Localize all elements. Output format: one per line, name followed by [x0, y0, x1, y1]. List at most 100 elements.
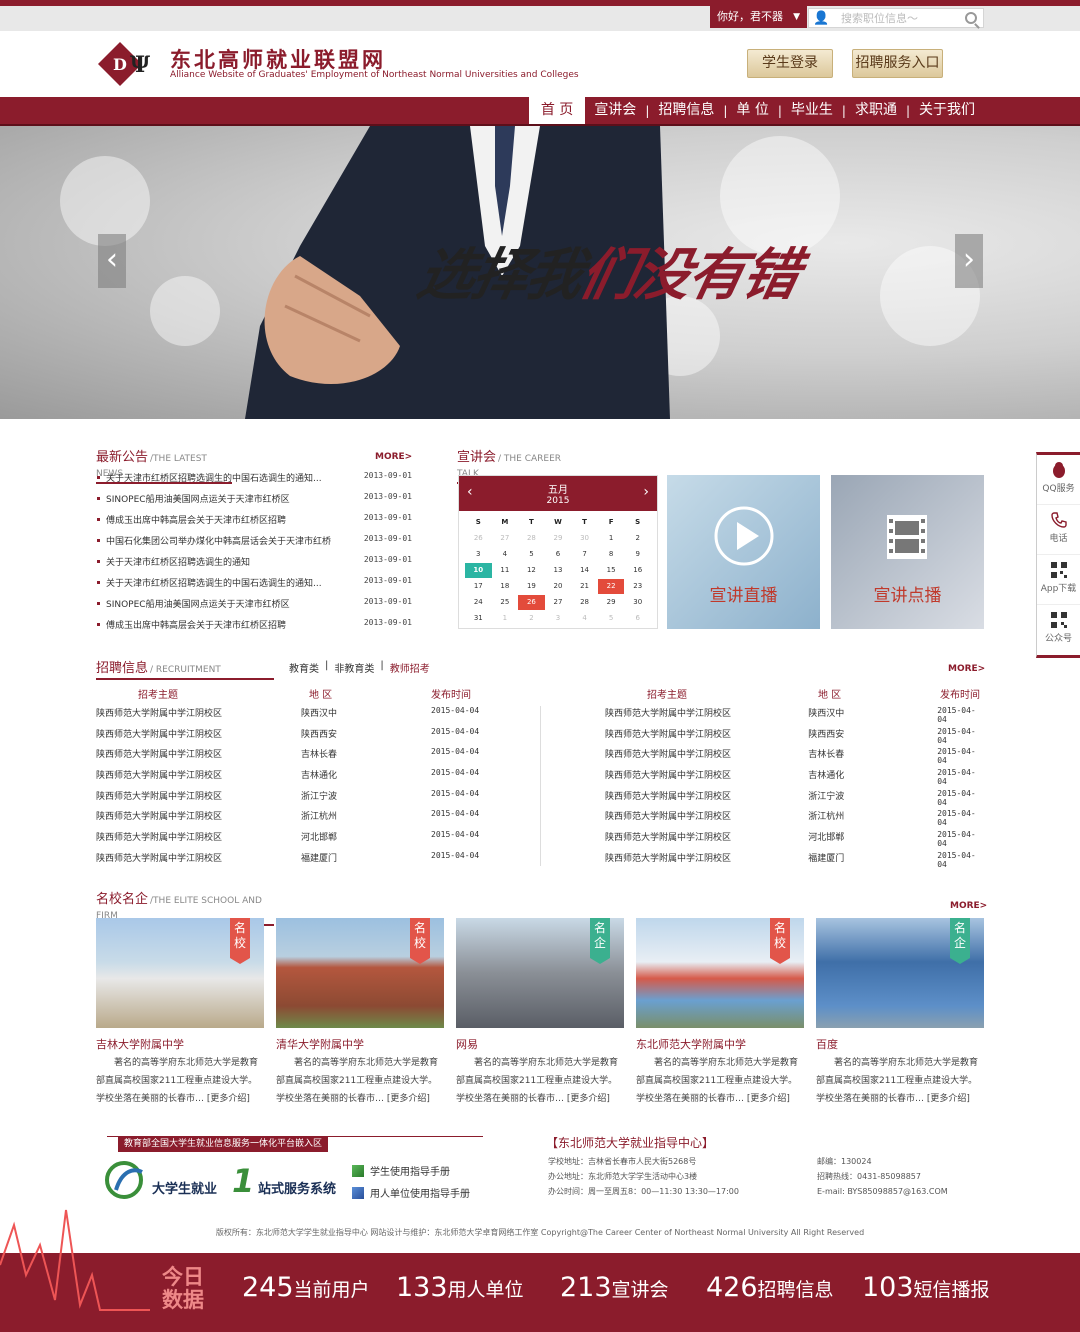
- banner-prev-button[interactable]: ‹: [98, 234, 126, 288]
- school-photo[interactable]: 名校: [96, 918, 264, 1028]
- nav-graduates[interactable]: 毕业生: [782, 97, 842, 124]
- calendar-day[interactable]: 19: [518, 579, 545, 594]
- elite-more-link[interactable]: MORE>: [950, 901, 987, 911]
- calendar-day[interactable]: 30: [624, 595, 651, 610]
- calendar-day[interactable]: 29: [545, 531, 572, 546]
- calendar-day[interactable]: 4: [492, 547, 519, 562]
- recruit-row[interactable]: 陕西师范大学附属中学江阴校区 河北邯郸 2015-04-04: [605, 830, 985, 851]
- school-card[interactable]: 名企 百度 著名的高等学府东北师范大学是教育部直属高校国家211工程重点建设大学。学…: [816, 918, 984, 1108]
- recruit-entry-button[interactable]: 招聘服务入口: [852, 49, 943, 78]
- school-photo[interactable]: 名校: [276, 918, 444, 1028]
- calendar-day[interactable]: 24: [465, 595, 492, 610]
- news-item[interactable]: 关于天津市红桥区招聘选调生的中国石选调生的通知... 2013-09-01: [96, 576, 412, 597]
- recruit-row[interactable]: 陕西师范大学附属中学江阴校区 浙江宁波 2015-04-04: [96, 789, 536, 810]
- school-name[interactable]: 东北师范大学附属中学: [636, 1036, 804, 1052]
- recruit-row[interactable]: 陕西师范大学附属中学江阴校区 河北邯郸 2015-04-04: [96, 830, 536, 851]
- recruit-row[interactable]: 陕西师范大学附属中学江阴校区 吉林长春 2015-04-04: [96, 747, 536, 768]
- more-intro-link[interactable]: [更多介绍]: [927, 1094, 970, 1104]
- nav-about[interactable]: 关于我们: [910, 97, 984, 124]
- recruit-row[interactable]: 陕西师范大学附属中学江阴校区 陕西西安 2015-04-04: [605, 727, 985, 748]
- nav-career-talk[interactable]: 宣讲会: [585, 97, 645, 124]
- qq-service-button[interactable]: QQ服务: [1037, 455, 1080, 505]
- calendar-day[interactable]: 5: [598, 611, 625, 626]
- calendar-day[interactable]: 1: [598, 531, 625, 546]
- calendar-next-icon[interactable]: ›: [643, 484, 649, 500]
- school-name[interactable]: 清华大学附属中学: [276, 1036, 444, 1052]
- more-intro-link[interactable]: [更多介绍]: [747, 1094, 790, 1104]
- nav-job-hunting[interactable]: 求职通: [846, 97, 906, 124]
- calendar-day[interactable]: 11: [492, 563, 519, 578]
- calendar-day[interactable]: 7: [571, 547, 598, 562]
- calendar-day[interactable]: 28: [571, 595, 598, 610]
- calendar-day[interactable]: 25: [492, 595, 519, 610]
- school-card[interactable]: 名校 吉林大学附属中学 著名的高等学府东北师范大学是教育部直属高校国家211工程重点…: [96, 918, 264, 1108]
- news-item[interactable]: 关于天津市红桥区招聘选调生的通知 2013-09-01: [96, 555, 412, 576]
- calendar-day[interactable]: 28: [518, 531, 545, 546]
- news-item[interactable]: 傅成玉出席中韩高层会关于天津市红桥区招聘 2013-09-01: [96, 513, 412, 534]
- calendar-day[interactable]: 5: [518, 547, 545, 562]
- calendar-day[interactable]: 20: [545, 579, 572, 594]
- calendar-day[interactable]: 26: [518, 595, 545, 610]
- news-item[interactable]: SINOPEC船用油美国网点运关于天津市红桥区 2013-09-01: [96, 492, 412, 513]
- school-card[interactable]: 名校 清华大学附属中学 著名的高等学府东北师范大学是教育部直属高校国家211工程重点…: [276, 918, 444, 1108]
- wechat-account-button[interactable]: 公众号: [1037, 605, 1080, 655]
- more-intro-link[interactable]: [更多介绍]: [207, 1094, 250, 1104]
- recruit-row[interactable]: 陕西师范大学附属中学江阴校区 吉林通化 2015-04-04: [96, 768, 536, 789]
- calendar-day[interactable]: 6: [624, 611, 651, 626]
- student-guide-link[interactable]: 学生使用指导手册: [352, 1163, 450, 1178]
- nav-employers[interactable]: 单 位: [727, 97, 777, 124]
- calendar-day[interactable]: 10: [465, 563, 492, 578]
- calendar-day[interactable]: 13: [545, 563, 572, 578]
- school-photo[interactable]: 名企: [456, 918, 624, 1028]
- live-talk-tile[interactable]: 宣讲直播: [667, 475, 820, 629]
- nav-recruitment[interactable]: 招聘信息: [649, 97, 723, 124]
- banner-next-button[interactable]: ›: [955, 234, 983, 288]
- calendar-prev-icon[interactable]: ‹: [467, 484, 473, 500]
- calendar-day[interactable]: 8: [598, 547, 625, 562]
- app-download-button[interactable]: App下载: [1037, 555, 1080, 605]
- calendar-day[interactable]: 16: [624, 563, 651, 578]
- search-icon[interactable]: [965, 12, 977, 24]
- more-intro-link[interactable]: [更多介绍]: [387, 1094, 430, 1104]
- calendar-day[interactable]: 3: [545, 611, 572, 626]
- calendar-day[interactable]: 17: [465, 579, 492, 594]
- one-stop-service-logo[interactable]: 大学生就业 1 站式服务系统: [104, 1160, 344, 1200]
- news-item[interactable]: 关于天津市红桥区招聘选调生的中国石选调生的通知... 2013-09-01: [96, 471, 412, 492]
- calendar-day[interactable]: 14: [571, 563, 598, 578]
- calendar-day[interactable]: 26: [465, 531, 492, 546]
- tab-non-education[interactable]: 非教育类: [334, 660, 374, 675]
- recruit-more-link[interactable]: MORE>: [948, 664, 985, 674]
- tab-teacher-exam[interactable]: 教师招考: [390, 660, 430, 675]
- school-card[interactable]: 名企 网易 著名的高等学府东北师范大学是教育部直属高校国家211工程重点建设大学。学…: [456, 918, 624, 1108]
- calendar-day[interactable]: 6: [545, 547, 572, 562]
- school-name[interactable]: 百度: [816, 1036, 984, 1052]
- school-name[interactable]: 吉林大学附属中学: [96, 1036, 264, 1052]
- unit-guide-link[interactable]: 用人单位使用指导手册: [352, 1185, 470, 1200]
- calendar-day[interactable]: 1: [492, 611, 519, 626]
- school-photo[interactable]: 名校: [636, 918, 804, 1028]
- calendar-day[interactable]: 29: [598, 595, 625, 610]
- vod-talk-tile[interactable]: 宣讲点播: [831, 475, 984, 629]
- school-name[interactable]: 网易: [456, 1036, 624, 1052]
- calendar-day[interactable]: 27: [492, 531, 519, 546]
- news-item[interactable]: 中国石化集团公司举办煤化中韩高层话会关于天津市红桥 2013-09-01: [96, 534, 412, 555]
- recruit-row[interactable]: 陕西师范大学附属中学江阴校区 陕西西安 2015-04-04: [96, 727, 536, 748]
- calendar-day[interactable]: 27: [545, 595, 572, 610]
- student-login-button[interactable]: 学生登录: [747, 49, 833, 78]
- calendar-day[interactable]: 3: [465, 547, 492, 562]
- recruit-row[interactable]: 陕西师范大学附属中学江阴校区 福建厦门 2015-04-04: [605, 851, 985, 872]
- recruit-row[interactable]: 陕西师范大学附属中学江阴校区 陕西汉中 2015-04-04: [605, 706, 985, 727]
- more-intro-link[interactable]: [更多介绍]: [567, 1094, 610, 1104]
- tab-education[interactable]: 教育类: [289, 660, 319, 675]
- calendar-day[interactable]: 4: [571, 611, 598, 626]
- nav-home[interactable]: 首 页: [528, 97, 586, 124]
- news-more-link[interactable]: MORE>: [375, 452, 412, 462]
- calendar-day[interactable]: 2: [624, 531, 651, 546]
- calendar-day[interactable]: 9: [624, 547, 651, 562]
- school-photo[interactable]: 名企: [816, 918, 984, 1028]
- calendar-day[interactable]: 2: [518, 611, 545, 626]
- recruit-row[interactable]: 陕西师范大学附属中学江阴校区 吉林长春 2015-04-04: [605, 747, 985, 768]
- news-item[interactable]: 傅成玉出席中韩高层会关于天津市红桥区招聘 2013-09-01: [96, 618, 412, 639]
- calendar-day[interactable]: 18: [492, 579, 519, 594]
- job-search-input[interactable]: [841, 10, 959, 26]
